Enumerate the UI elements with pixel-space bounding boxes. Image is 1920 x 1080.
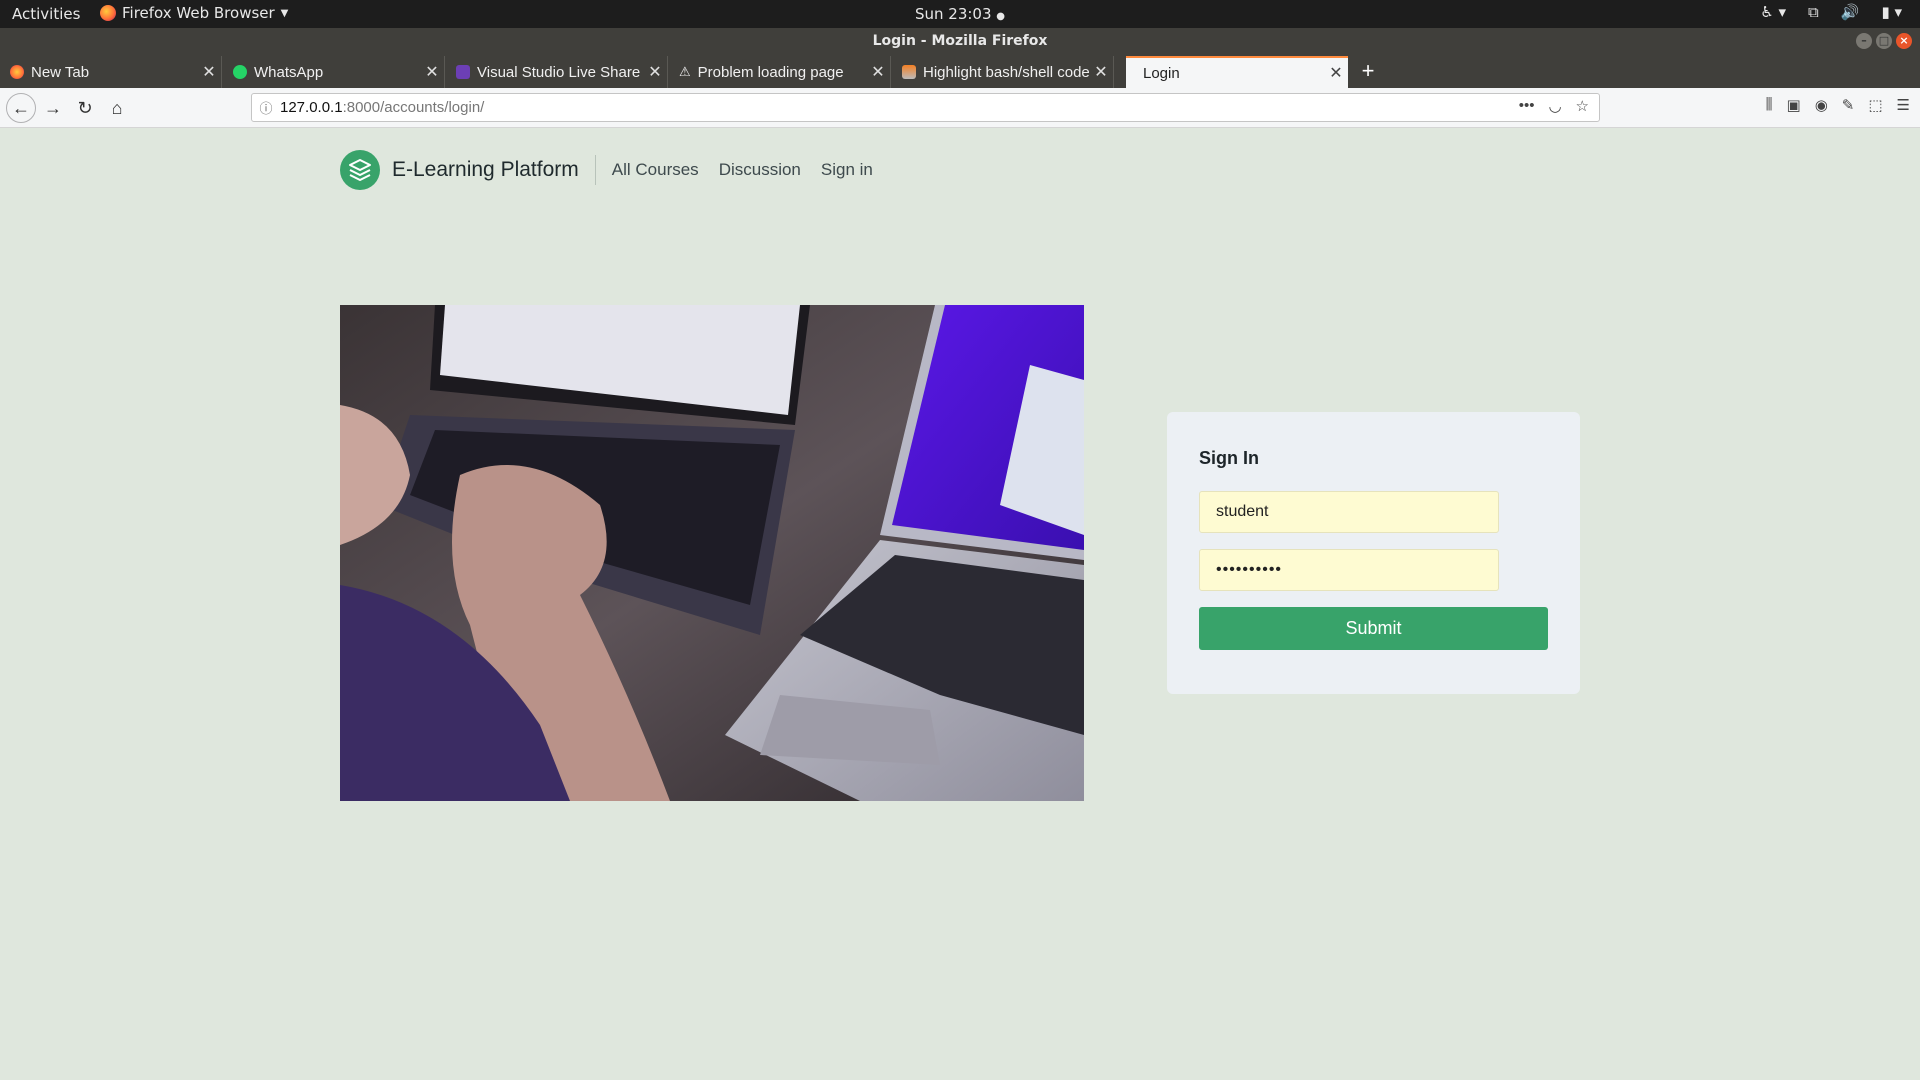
clock[interactable]: Sun 23:03 ● bbox=[0, 5, 1920, 23]
username-field[interactable]: student bbox=[1199, 491, 1499, 533]
accessibility-icon[interactable]: ♿ ▾ bbox=[1760, 3, 1786, 21]
nav-sign-in[interactable]: Sign in bbox=[821, 160, 873, 180]
clock-label: Sun 23:03 bbox=[914, 5, 992, 23]
tab-label: New Tab bbox=[31, 63, 90, 81]
layers-logo-icon[interactable] bbox=[340, 150, 380, 190]
os-top-bar: Activities Firefox Web Browser ▼ Sun 23:… bbox=[0, 0, 1920, 28]
close-tab-icon[interactable]: ✕ bbox=[866, 62, 890, 82]
signin-title: Sign In bbox=[1199, 448, 1259, 468]
vs-live-share-icon bbox=[456, 65, 470, 79]
tab-problem-loading-page[interactable]: ⚠ Problem loading page ✕ bbox=[669, 56, 891, 88]
home-button[interactable]: ⌂ bbox=[104, 95, 130, 121]
account-icon[interactable]: ◉ bbox=[1815, 96, 1828, 114]
url-path: :8000/accounts/login/ bbox=[342, 99, 485, 116]
close-tab-icon[interactable]: ✕ bbox=[1324, 63, 1348, 83]
signin-card: Sign In student •••••••••• Submit bbox=[1167, 412, 1580, 694]
nav-discussion[interactable]: Discussion bbox=[719, 160, 801, 180]
window-title-bar: Login - Mozilla Firefox – □ × bbox=[0, 28, 1920, 55]
window-title: Login - Mozilla Firefox bbox=[872, 33, 1048, 49]
stackoverflow-icon bbox=[902, 65, 916, 79]
address-bar[interactable]: ⓘ 127.0.0.1:8000/accounts/login/ ••• ◡ ☆ bbox=[251, 93, 1600, 122]
sidebar-icon[interactable]: ▣ bbox=[1787, 96, 1801, 114]
window-controls: – □ × bbox=[1856, 33, 1912, 49]
page-actions-menu-icon[interactable]: ••• bbox=[1519, 97, 1535, 115]
tab-new-tab[interactable]: New Tab ✕ bbox=[0, 56, 222, 88]
close-tab-icon[interactable]: ✕ bbox=[420, 62, 444, 82]
tab-visual-studio-live-share[interactable]: Visual Studio Live Share ✕ bbox=[446, 56, 668, 88]
extension-icon[interactable]: ⬚ bbox=[1868, 96, 1882, 114]
tab-label: WhatsApp bbox=[254, 63, 324, 81]
url-host: 127.0.0.1 bbox=[280, 99, 343, 116]
library-icon[interactable]: ⫼ bbox=[1766, 96, 1773, 114]
toolbar-right: ⫼ ▣ ◉ ✎ ⬚ ☰ bbox=[1766, 96, 1910, 114]
close-tab-icon[interactable]: ✕ bbox=[1089, 62, 1113, 82]
hero-image-laptops bbox=[340, 305, 1084, 801]
nav-all-courses[interactable]: All Courses bbox=[612, 160, 699, 180]
reload-button[interactable]: ↻ bbox=[72, 95, 98, 121]
tab-whatsapp[interactable]: WhatsApp ✕ bbox=[223, 56, 445, 88]
tab-label: Login bbox=[1143, 64, 1180, 82]
close-window-icon[interactable]: × bbox=[1896, 33, 1912, 49]
close-tab-icon[interactable]: ✕ bbox=[197, 62, 221, 82]
site-info-icon[interactable]: ⓘ bbox=[252, 98, 280, 117]
hamburger-menu-icon[interactable]: ☰ bbox=[1897, 96, 1910, 114]
site-brand[interactable]: E-Learning Platform bbox=[392, 158, 579, 182]
close-tab-icon[interactable]: ✕ bbox=[643, 62, 667, 82]
devtools-icon[interactable]: ✎ bbox=[1842, 96, 1855, 114]
page-actions: ••• ◡ ☆ bbox=[1519, 97, 1589, 115]
network-icon[interactable]: ⧉ bbox=[1808, 3, 1819, 21]
pocket-icon[interactable]: ◡ bbox=[1548, 97, 1561, 115]
navigation-toolbar: ← → ↻ ⌂ ⓘ 127.0.0.1:8000/accounts/login/… bbox=[0, 88, 1920, 128]
forward-button[interactable]: → bbox=[40, 95, 66, 121]
back-button[interactable]: ← bbox=[6, 93, 36, 123]
system-tray[interactable]: ♿ ▾ ⧉ 🔊 ▮ ▾ bbox=[1760, 3, 1902, 21]
tab-label: Highlight bash/shell code bbox=[923, 63, 1089, 81]
volume-icon[interactable]: 🔊 bbox=[1841, 3, 1860, 21]
maximize-icon[interactable]: □ bbox=[1876, 33, 1892, 49]
new-tab-button[interactable]: + bbox=[1355, 58, 1381, 84]
tab-label: Problem loading page bbox=[697, 63, 844, 81]
tab-highlight-bash[interactable]: Highlight bash/shell code ✕ bbox=[892, 56, 1114, 88]
firefox-icon bbox=[10, 65, 24, 79]
page-content: E-Learning Platform All Courses Discussi… bbox=[0, 129, 1920, 1080]
minimize-icon[interactable]: – bbox=[1856, 33, 1872, 49]
tab-login[interactable]: Login ✕ bbox=[1126, 56, 1348, 88]
header-divider bbox=[594, 155, 596, 185]
bookmark-star-icon[interactable]: ☆ bbox=[1576, 97, 1589, 115]
tab-label: Visual Studio Live Share bbox=[477, 63, 641, 81]
notification-dot-icon: ● bbox=[996, 11, 1006, 22]
battery-icon[interactable]: ▮ ▾ bbox=[1881, 3, 1902, 21]
tab-strip: New Tab ✕ WhatsApp ✕ Visual Studio Live … bbox=[0, 55, 1920, 88]
site-header: E-Learning Platform All Courses Discussi… bbox=[340, 149, 893, 191]
password-field[interactable]: •••••••••• bbox=[1199, 549, 1499, 591]
warning-icon: ⚠ bbox=[679, 64, 691, 79]
whatsapp-icon bbox=[233, 65, 247, 79]
submit-button[interactable]: Submit bbox=[1199, 607, 1548, 650]
